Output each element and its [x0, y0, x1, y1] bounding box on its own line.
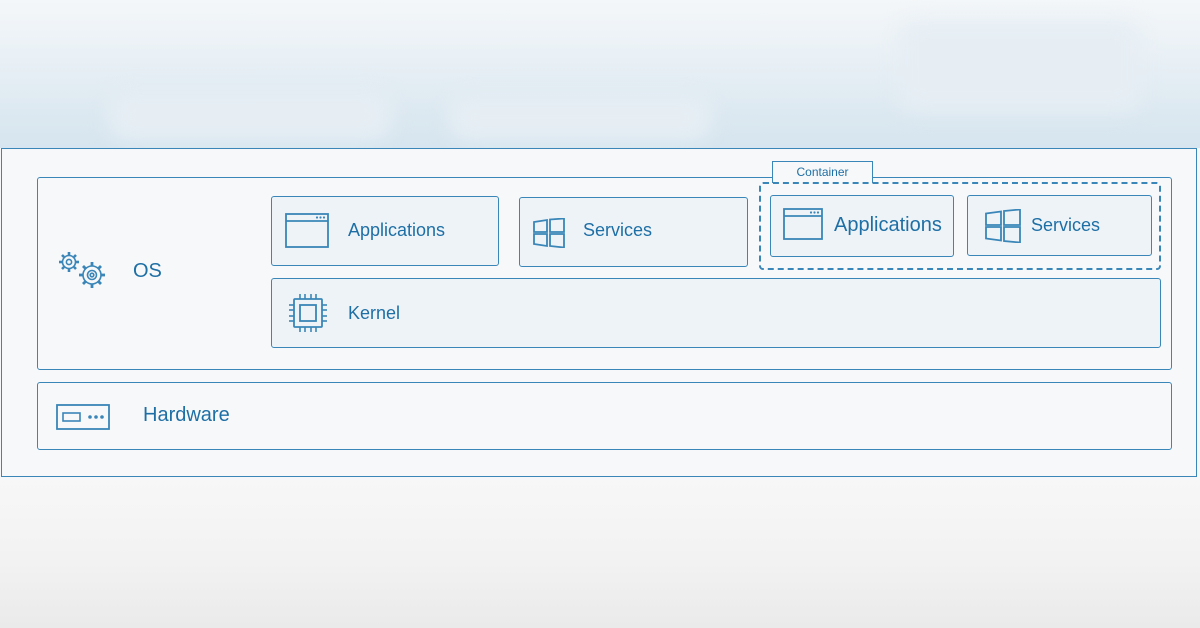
cpu-chip-icon: [289, 294, 327, 332]
blurred-shape: [900, 20, 1140, 110]
server-unit-icon: [56, 404, 110, 430]
kernel-box: [271, 278, 1161, 348]
hardware-label: Hardware: [143, 404, 230, 426]
app-window-icon: [285, 213, 329, 248]
container-services-label: Services: [1031, 215, 1101, 235]
container-applications-label: Applications: [834, 214, 942, 236]
gears-icon: [59, 252, 105, 288]
windows-logo-icon: [533, 218, 565, 248]
applications-label: Applications: [348, 220, 446, 240]
container-tag: Container: [772, 161, 873, 183]
os-label: OS: [133, 260, 162, 282]
blurred-shape: [110, 92, 390, 140]
windows-logo-icon: [985, 209, 1021, 243]
blurred-shape: [450, 96, 710, 140]
app-window-icon: [783, 208, 823, 240]
kernel-label: Kernel: [348, 303, 401, 323]
services-label: Services: [583, 220, 653, 240]
blurred-background-bottom: [0, 480, 1200, 628]
